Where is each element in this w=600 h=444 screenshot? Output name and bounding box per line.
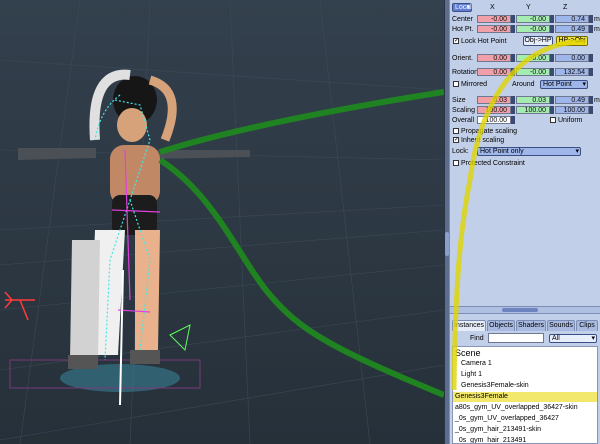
properties-panel: Local X Y Z Center -0.00 -0.00 0.74 m Ho… [450,0,600,444]
annotation-yellow-stroke [451,39,586,391]
